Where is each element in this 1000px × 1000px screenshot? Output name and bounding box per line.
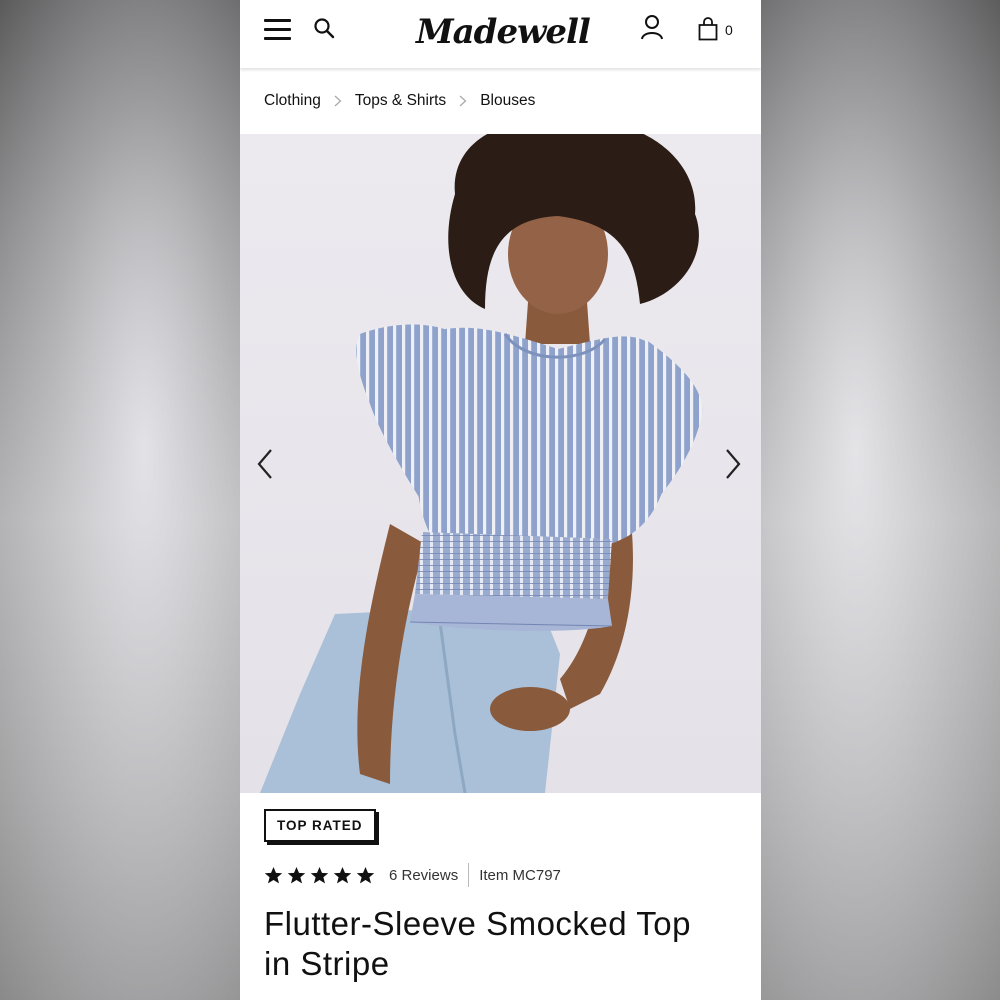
chevron-right-icon xyxy=(334,95,342,107)
top-navigation-bar: Madewell 0 xyxy=(240,0,761,68)
mobile-page: Madewell 0 Clothing Tops & Shirts Blouse… xyxy=(240,0,761,1000)
star-icon xyxy=(333,866,352,883)
top-rated-badge: TOP RATED xyxy=(264,809,376,842)
product-title-line-2: in Stripe xyxy=(264,945,390,982)
product-title: Flutter-Sleeve Smocked Top in Stripe xyxy=(264,904,744,984)
item-number: Item MC797 xyxy=(479,866,561,884)
chevron-left-icon[interactable] xyxy=(254,447,276,481)
star-icon xyxy=(356,866,375,883)
hamburger-menu-icon[interactable] xyxy=(264,19,291,41)
breadcrumb-tops-shirts[interactable]: Tops & Shirts xyxy=(355,92,446,110)
divider xyxy=(468,863,470,887)
chevron-right-icon[interactable] xyxy=(722,447,744,481)
background-blur-right xyxy=(760,0,1000,1000)
shopping-bag-icon[interactable] xyxy=(698,17,718,41)
product-title-line-1: Flutter-Sleeve Smocked Top xyxy=(264,905,691,942)
star-icon xyxy=(264,866,283,883)
star-icon xyxy=(287,866,306,883)
reviews-link[interactable]: 6 Reviews xyxy=(389,867,458,884)
bag-count: 0 xyxy=(725,22,733,38)
breadcrumb-clothing[interactable]: Clothing xyxy=(264,92,321,110)
chevron-right-icon xyxy=(459,95,467,107)
search-icon[interactable] xyxy=(312,16,336,40)
rating-row: 6 Reviews Item MC797 xyxy=(264,862,561,888)
product-photo xyxy=(240,134,761,793)
breadcrumb: Clothing Tops & Shirts Blouses xyxy=(264,88,535,114)
brand-logo[interactable]: Madewell xyxy=(416,8,591,56)
background-blur-left xyxy=(0,0,240,1000)
product-image-carousel[interactable] xyxy=(240,134,761,793)
account-icon[interactable] xyxy=(640,14,664,40)
star-rating[interactable] xyxy=(264,866,375,885)
breadcrumb-blouses[interactable]: Blouses xyxy=(480,92,535,110)
star-icon xyxy=(310,866,329,883)
